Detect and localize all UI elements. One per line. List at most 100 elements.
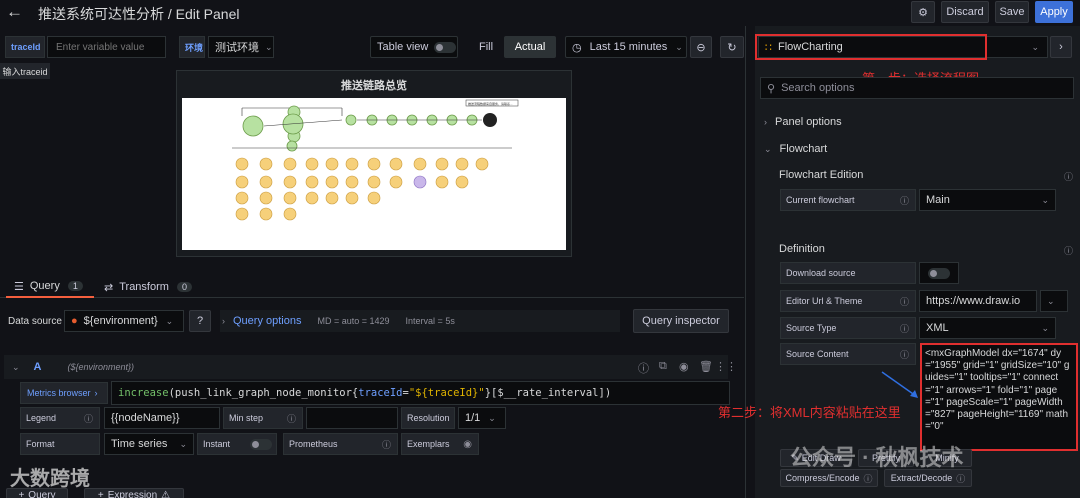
legend-label: Legend ⓘ [20, 407, 100, 429]
theme-select[interactable]: ⌄ [1040, 290, 1068, 312]
min-step-input[interactable] [306, 407, 398, 429]
download-source-switch[interactable] [928, 267, 950, 279]
compress-label: Compress/Encode [785, 473, 860, 483]
chevron-right-icon[interactable]: › [1050, 36, 1072, 58]
discard-button[interactable]: Discard [941, 1, 989, 23]
gear-icon[interactable]: ⚙ [911, 1, 935, 23]
database-icon: ☰ [14, 280, 24, 293]
resolution-select[interactable]: 1/1 ⌄ [458, 407, 506, 429]
panel-options-section[interactable]: › Panel options [764, 116, 842, 128]
instant-label: Instant [197, 433, 277, 455]
source-type-label: Source Type ⓘ [780, 317, 916, 339]
format-label-text: Format [26, 439, 55, 449]
exemplars-label-text: Exemplars [407, 439, 450, 449]
chevron-down-icon: ⌄ [1041, 194, 1049, 205]
expr-label: traceId [358, 387, 403, 399]
traceid-input[interactable] [47, 36, 166, 58]
chevron-down-icon: ⌄ [165, 315, 174, 326]
save-button[interactable]: Save [995, 1, 1029, 23]
legend-label-text: Legend [26, 413, 57, 423]
add-expression-button[interactable]: + Expression ⚠ [84, 488, 184, 498]
tab-query[interactable]: ☰ Query 1 [6, 276, 94, 298]
chevron-down-icon: ⌄ [179, 438, 187, 449]
eye-icon[interactable]: ◉ [463, 439, 472, 450]
pane-divider[interactable] [745, 26, 746, 498]
search-icon: ⚲ [767, 82, 776, 95]
step2-arrow [880, 370, 920, 400]
current-flowchart-value: Main [926, 194, 950, 206]
expr-fn: increase [118, 387, 169, 399]
refresh-icon[interactable]: ↻ [720, 36, 744, 58]
actual-button[interactable]: Actual [504, 36, 556, 58]
tab-query-count: 1 [67, 281, 83, 291]
info-icon: ⓘ [899, 349, 909, 360]
legend-input[interactable]: {{nodeName}} [104, 407, 220, 429]
info-icon: ⓘ [1064, 246, 1074, 256]
info-icon: ⓘ [863, 473, 873, 484]
format-select[interactable]: Time series ⌄ [104, 433, 194, 455]
eye-icon[interactable]: ◉ [679, 360, 689, 373]
back-arrow-icon[interactable]: ← [6, 2, 23, 22]
drag-handle-icon[interactable]: ⋮⋮ [715, 360, 737, 373]
zoom-out-icon[interactable]: ⊖ [690, 36, 712, 58]
current-flowchart-select[interactable]: Main ⌄ [919, 189, 1056, 211]
table-view-label: Table view [377, 41, 429, 53]
chevron-right-icon: › [94, 388, 98, 398]
table-view-toggle[interactable]: Table view [370, 36, 458, 58]
format-value: Time series [111, 438, 168, 450]
source-content-textarea[interactable]: <mxGraphModel dx="1674" dy="1955" grid="… [925, 348, 1071, 446]
instant-switch[interactable] [250, 438, 272, 450]
prometheus-icon: ● [71, 315, 78, 327]
metrics-browser-label: Metrics browser [27, 388, 91, 398]
query-inspector-button[interactable]: Query inspector [633, 309, 729, 333]
source-type-select[interactable]: XML ⌄ [919, 317, 1056, 339]
query-ref-id: A [33, 361, 42, 373]
add-expression-label: Expression [107, 489, 158, 498]
watermark-left: 大数跨境 [10, 468, 90, 490]
fill-button[interactable]: Fill [468, 36, 504, 58]
md-info: MD = auto = 1429 [317, 316, 390, 326]
query-options-bar[interactable]: › Query options MD = auto = 1429 Interva… [220, 310, 620, 332]
table-view-switch[interactable] [434, 41, 457, 53]
flowchart-section[interactable]: ⌄ Flowchart [764, 143, 827, 155]
help-icon[interactable]: ? [189, 310, 211, 332]
chevron-down-icon: ⌄ [1031, 41, 1039, 52]
chevron-down-icon[interactable]: ⌄ [12, 362, 20, 373]
info-icon: ⓘ [83, 413, 93, 424]
metrics-browser-button[interactable]: Metrics browser › [20, 382, 108, 404]
help-circle-icon[interactable]: ⓘ [638, 360, 649, 376]
tab-transform[interactable]: ⇄ Transform 0 [104, 276, 196, 298]
copy-icon[interactable]: ⧉ [659, 360, 667, 373]
datasource-select[interactable]: ● ${environment} ⌄ [64, 310, 184, 332]
info-icon: ⓘ [899, 323, 909, 334]
promql-query-input[interactable]: increase(push_link_graph_node_monitor{tr… [111, 381, 730, 405]
plus-icon: + [97, 489, 104, 498]
chevron-down-icon: ⌄ [764, 143, 772, 154]
download-source-toggle[interactable] [919, 262, 959, 284]
env-select[interactable]: 测试环境 ⌄ [208, 36, 274, 58]
trash-icon[interactable]: 🗑 [699, 360, 713, 373]
interval-info: Interval = 5s [405, 316, 455, 326]
editor-url-label-text: Editor Url & Theme [786, 296, 863, 306]
prometheus-label: Prometheus ⓘ [283, 433, 398, 455]
current-flowchart-label: Current flowchart ⓘ [780, 189, 916, 211]
query-row-header[interactable]: ⌄ A (${environment}) [4, 355, 728, 379]
time-range-picker[interactable]: ◷ Last 15 minutes ⌄ [565, 36, 687, 58]
download-source-label-text: Download source [786, 268, 856, 278]
query-options-label[interactable]: Query options [233, 315, 301, 327]
time-range-label: Last 15 minutes [589, 41, 668, 53]
apply-button[interactable]: Apply [1035, 1, 1073, 23]
expr-metric: push_link_graph_node_monitor [174, 387, 352, 399]
fill-actual-group: Fill Actual [468, 36, 556, 58]
search-options-input[interactable]: ⚲ Search options [760, 77, 1074, 99]
step1-highlight [755, 34, 987, 60]
tab-transform-count: 0 [176, 282, 192, 292]
page-title: 推送系统可达性分析 / Edit Panel [38, 6, 240, 22]
expr-range: [$__rate_interval] [491, 387, 605, 399]
resolution-label-text: Resolution [407, 413, 450, 423]
panel-options-label: Panel options [775, 116, 842, 128]
flowchart-section-label: Flowchart [779, 143, 828, 155]
datasource-label: Data source [8, 315, 62, 327]
editor-url-input[interactable]: https://www.draw.io [919, 290, 1037, 312]
source-type-value: XML [926, 322, 949, 334]
